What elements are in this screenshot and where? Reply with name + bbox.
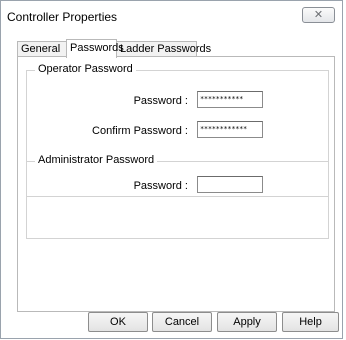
operator-password-legend: Operator Password: [35, 63, 136, 75]
controller-properties-dialog: Controller Properties ✕ General Password…: [0, 0, 343, 339]
help-button[interactable]: Help: [282, 312, 339, 332]
administrator-password-input[interactable]: [197, 176, 263, 193]
tab-passwords[interactable]: Passwords: [66, 39, 124, 58]
administrator-password-group: Administrator Password Password :: [26, 154, 329, 239]
close-icon: ✕: [313, 9, 324, 21]
administrator-password-label: Password :: [133, 180, 188, 192]
administrator-password-legend: Administrator Password: [35, 154, 158, 166]
close-button[interactable]: ✕: [302, 7, 335, 23]
operator-password-label: Password :: [133, 95, 188, 107]
tab-general[interactable]: General: [17, 41, 67, 57]
cancel-button[interactable]: Cancel: [152, 312, 212, 332]
tab-ladder-passwords[interactable]: Ladder Passwords: [116, 41, 211, 57]
operator-confirm-password-input[interactable]: ************: [197, 121, 263, 138]
ok-button[interactable]: OK: [88, 312, 148, 332]
window-title: Controller Properties: [7, 10, 118, 24]
operator-password-input[interactable]: ***********: [197, 91, 263, 108]
apply-button[interactable]: Apply: [217, 312, 277, 332]
operator-confirm-password-label: Confirm Password :: [92, 125, 188, 137]
tab-panel-passwords: Operator Password Password : ***********…: [17, 56, 335, 312]
title-bar[interactable]: Controller Properties ✕: [1, 1, 342, 31]
